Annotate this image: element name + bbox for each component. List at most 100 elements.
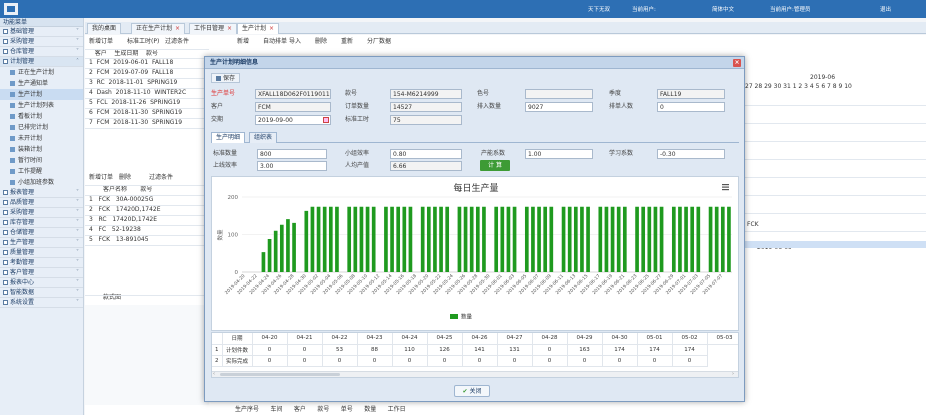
plan-qty-field[interactable]: 9027 (525, 102, 593, 112)
sidebar-group-bottom-7[interactable]: 考勤管理 ˅ (0, 258, 83, 268)
chevron-down-icon: ˅ (76, 239, 79, 246)
std-qty-field[interactable]: 800 (257, 149, 327, 159)
weather-label[interactable]: 天下无双 (588, 5, 610, 13)
person-out-field[interactable]: 6.66 (390, 161, 462, 171)
language-select[interactable]: 简体中文 (712, 5, 734, 13)
sidebar-group-bottom-8[interactable]: 客户管理 ˅ (0, 268, 83, 278)
toolbar2-button-1[interactable]: 自动排单 (263, 37, 287, 46)
prod-factor-field[interactable]: 1.00 (525, 149, 593, 159)
sidebar-group-bottom-4[interactable]: 仓储管理 ˅ (0, 228, 83, 238)
tab-2[interactable]: 工作日管理 × (189, 23, 238, 34)
table1-row[interactable]: 1 FCM 2019-06-01 FALL18 (89, 58, 173, 67)
table-row[interactable]: 2 实际完成 0 0 0 0 0 0 0 0 0 0 0 0 0 (212, 355, 738, 367)
table2-row[interactable]: 5 FCK 13-891045 (89, 235, 149, 244)
tab-1[interactable]: 正在生产计划 × (131, 23, 186, 34)
color-field[interactable] (525, 89, 593, 99)
table2-row[interactable]: 4 FC 52-19238 (89, 225, 141, 234)
menu-item-icon (10, 136, 15, 141)
toolbar2-button-0[interactable]: 新增 (237, 37, 249, 46)
close-icon[interactable]: × (733, 59, 741, 67)
sidebar-group-bottom-0[interactable]: 报表管理 ˅ (0, 188, 83, 198)
toolbar3-button-2[interactable]: 过滤条件 (149, 173, 173, 182)
sidebar-group-bottom-9[interactable]: 报表中心 ˅ (0, 278, 83, 288)
sidebar-group-bottom-10[interactable]: 智能数据 ˅ (0, 288, 83, 298)
toolbar2-button-3[interactable]: 删除 (315, 37, 327, 46)
sidebar-group-label: 品质管理 (10, 199, 35, 206)
grid-line (85, 68, 209, 69)
season-field[interactable]: FALL19 (657, 89, 725, 99)
sidebar-item-8[interactable]: 暂行时间 (0, 155, 83, 166)
toolbar2-button-5[interactable]: 分厂数据 (367, 37, 391, 46)
table-cell: 0 (532, 344, 568, 356)
sidebar-item-6[interactable]: 未开计划 (0, 133, 83, 144)
toolbar3-button-0[interactable]: 新增订单 (89, 173, 113, 182)
chart-bar (714, 206, 719, 272)
sidebar-group-top-2[interactable]: 仓库管理 ˅ (0, 47, 83, 57)
std-time-field[interactable]: 75 (390, 115, 462, 125)
sidebar-item-5[interactable]: 已排完计划 (0, 122, 83, 133)
scroll-right-icon[interactable]: › (732, 372, 737, 377)
sidebar-item-3[interactable]: 生产计划列表 (0, 100, 83, 111)
scroll-thumb[interactable] (220, 373, 340, 376)
toolbar1-button-1[interactable]: 标准工时(P) (127, 37, 159, 46)
order-qty-field[interactable]: 14527 (390, 102, 462, 112)
sidebar-group-plan[interactable]: 计划管理 ˄ (0, 57, 83, 67)
user-menu[interactable]: 当前用户:管理员 (770, 5, 810, 13)
save-button[interactable]: 保存 (211, 73, 241, 83)
close-icon[interactable]: × (175, 25, 180, 32)
customer-field[interactable]: FCM (255, 102, 331, 112)
close-icon[interactable]: × (269, 25, 274, 32)
sidebar-group-bottom-3[interactable]: 库存管理 ˅ (0, 218, 83, 228)
sidebar-item-1[interactable]: 生产通知单 (0, 78, 83, 89)
sidebar-item-9[interactable]: 工作提醒 (0, 166, 83, 177)
line-field[interactable]: 3.00 (257, 161, 327, 171)
tab-production-detail[interactable]: 生产明细 (211, 132, 246, 143)
table1-row[interactable]: 3 RC 2018-11-01 SPRING19 (89, 78, 177, 87)
scroll-left-icon[interactable]: ‹ (213, 372, 218, 377)
toolbar3-button-1[interactable]: 删除 (119, 173, 131, 182)
chart-bar (690, 206, 695, 272)
toolbar1-button-2[interactable]: 过滤条件 (165, 37, 189, 46)
tab-organization[interactable]: 组织表 (249, 132, 278, 143)
calculate-button[interactable]: 计 算 (480, 160, 510, 171)
group-factor-field[interactable]: 0.80 (390, 149, 462, 159)
table2-row[interactable]: 3 RC 17420D,1742E (89, 215, 157, 224)
sidebar-group-bottom-11[interactable]: 系统设置 ˅ (0, 298, 83, 308)
sidebar-group-top-0[interactable]: 基础管理 ˅ (0, 27, 83, 37)
close-icon[interactable]: × (227, 25, 232, 32)
sidebar-item-7[interactable]: 装箱计划 (0, 144, 83, 155)
horizontal-scrollbar[interactable]: ‹ › (212, 371, 738, 377)
sidebar-item-4[interactable]: 看板计划 (0, 111, 83, 122)
table1-row[interactable]: 6 FCM 2018-11-30 SPRING19 (89, 108, 182, 117)
tab-0[interactable]: 我的桌面 (87, 23, 122, 34)
sidebar-item-2[interactable]: 生产计划 (0, 89, 83, 100)
calendar-icon[interactable] (323, 117, 329, 123)
sidebar-group-top-1[interactable]: 采购管理 ˅ (0, 37, 83, 47)
sidebar-group-bottom-6[interactable]: 质量管理 ˅ (0, 248, 83, 258)
tab-3[interactable]: 生产计划 × (237, 23, 280, 34)
workers-field[interactable]: 0 (657, 102, 725, 112)
date-field[interactable]: 2019-09-00 (255, 115, 331, 125)
table2-row[interactable]: 1 FCK 30A-00025G (89, 195, 153, 204)
logout-link[interactable]: 退出 (880, 5, 891, 13)
prod-no-field[interactable]: XFALL18D062F0119011C (255, 89, 331, 99)
close-button[interactable]: ✔ 关闭 (454, 385, 490, 397)
sidebar-group-bottom-5[interactable]: 生产管理 ˅ (0, 238, 83, 248)
toolbar2-button-2[interactable]: 导入 (289, 37, 301, 46)
sidebar-group-bottom-1[interactable]: 品质管理 ˅ (0, 198, 83, 208)
toolbar1-button-0[interactable]: 新增订单 (89, 37, 113, 46)
sidebar-item-10[interactable]: 小组加班参数 (0, 177, 83, 188)
sidebar-item-0[interactable]: 正在生产计划 (0, 67, 83, 78)
table1-row[interactable]: 7 FCM 2018-11-30 SPRING19 (89, 118, 182, 127)
chart-bar (426, 206, 431, 272)
chevron-down-icon: ˅ (76, 48, 79, 55)
learn-field[interactable]: -0.30 (657, 149, 725, 159)
table1-row[interactable]: 4 Dash 2018-11-10 WINTER2C (89, 88, 186, 97)
toolbar2-button-4[interactable]: 重新 (341, 37, 353, 46)
table-row[interactable]: 1 计划件数 0 0 53 88 110 126 141 131 0 163 174 174 174 (212, 344, 738, 356)
sidebar-group-bottom-2[interactable]: 采购管理 ˅ (0, 208, 83, 218)
style-field[interactable]: 154-M6214999 (390, 89, 462, 99)
table1-row[interactable]: 2 FCM 2019-07-09 FALL18 (89, 68, 173, 77)
table2-row[interactable]: 2 FCK 17420D,1742E (89, 205, 161, 214)
table1-row[interactable]: 5 FCL 2018-11-26 SPRING19 (89, 98, 180, 107)
